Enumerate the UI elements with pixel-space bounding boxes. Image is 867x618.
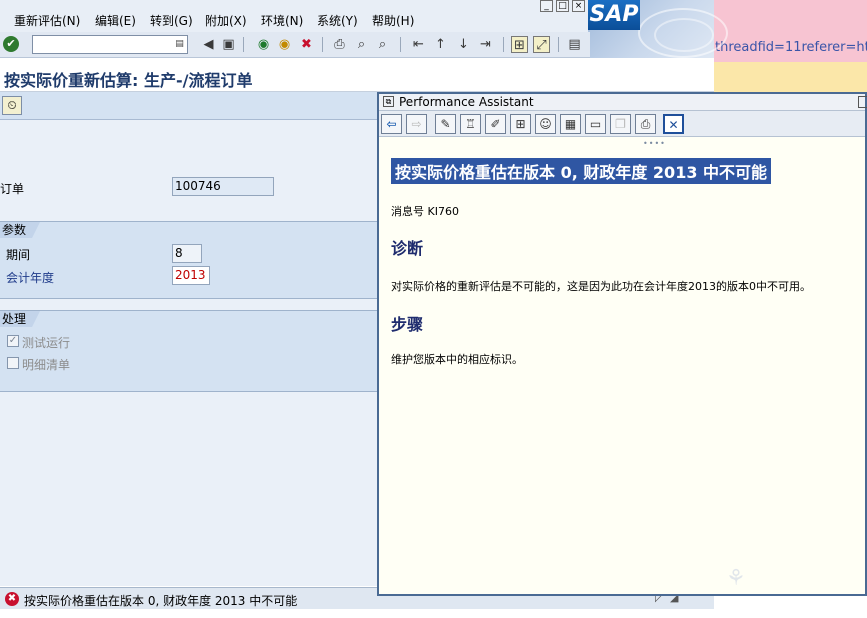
find-icon[interactable]: ⌕ xyxy=(353,36,370,53)
title-bar: 按实际价重新估算: 生产-/流程订单 xyxy=(0,60,714,92)
menu-environment[interactable]: 环境(N) xyxy=(261,12,303,29)
application-toolbar: ⏲ xyxy=(0,92,380,120)
detail-list-label: 明细清单 xyxy=(22,358,71,372)
processing-group-title: 处理 xyxy=(0,311,40,327)
edit-icon[interactable]: ✐ xyxy=(485,114,506,134)
forward-arrow-icon[interactable]: ⇨ xyxy=(406,114,427,134)
processing-group: 处理 ✓ 测试运行 明细清单 xyxy=(0,310,380,392)
work-area: 订单 100746 参数 期间 8 会计年度 2013 处理 ✓ 测试运行 明细… xyxy=(0,120,380,586)
diagnosis-text: 对实际价格的重新评估是不可能的，这是因为此功在会计年度2013的版本0中不可用。 xyxy=(391,280,811,293)
error-icon: ✖ xyxy=(5,592,19,606)
user-icon[interactable]: ☺ xyxy=(535,114,556,134)
execute-icon[interactable]: ⏲ xyxy=(2,96,22,115)
close-window-button[interactable]: × xyxy=(572,0,585,12)
diagnosis-heading: 诊断 xyxy=(391,239,424,258)
next-page-icon[interactable]: ↓ xyxy=(455,36,472,53)
parameters-group-title: 参数 xyxy=(0,222,40,238)
last-page-icon[interactable]: ⇥ xyxy=(477,36,494,53)
message-heading: 按实际价格重估在版本 0, 财政年度 2013 中不可能 xyxy=(391,158,772,184)
menu-extras[interactable]: 附加(X) xyxy=(205,12,247,29)
green-back-icon[interactable]: ◉ xyxy=(255,36,272,53)
menu-goto[interactable]: 转到(G) xyxy=(150,12,193,29)
minimize-panel-icon[interactable] xyxy=(858,96,867,108)
cancel-icon[interactable]: ✖ xyxy=(298,36,315,53)
parameters-group: 参数 期间 8 会计年度 2013 xyxy=(0,221,380,299)
menu-revaluate[interactable]: 重新评估(N) xyxy=(14,12,80,29)
exit-icon[interactable]: ◉ xyxy=(276,36,293,53)
procedure-text: 维护您版本中的相应标识。 xyxy=(391,353,523,366)
performance-assistant-toolbar: ⇦ ⇨ ✎ ♖ ✐ ⊞ ☺ ▦ ▭ ❐ ⎙ ✕ xyxy=(379,111,865,137)
find-next-icon[interactable]: ⌕ xyxy=(374,36,391,53)
menu-bar: 重新评估(N) 编辑(E) 转到(G) 附加(X) 环境(N) 系统(Y) 帮助… xyxy=(0,0,590,32)
menu-system[interactable]: 系统(Y) xyxy=(317,12,358,29)
message-number: 消息号 KI760 xyxy=(391,205,459,218)
test-run-checkbox[interactable]: ✓ xyxy=(7,335,19,347)
performance-assistant-titlebar: ⧉ Performance Assistant xyxy=(379,94,867,111)
procedure-heading: 步骤 xyxy=(391,315,424,334)
prev-page-icon[interactable]: ↑ xyxy=(432,36,449,53)
minimize-button[interactable]: _ xyxy=(540,0,553,12)
enter-icon[interactable]: ✔ xyxy=(3,36,19,52)
settings-icon[interactable]: ♖ xyxy=(460,114,481,134)
shortcut-icon[interactable]: ⤢ xyxy=(533,36,550,53)
copy-icon[interactable]: ❐ xyxy=(610,114,631,134)
first-page-icon[interactable]: ⇤ xyxy=(410,36,427,53)
page-title: 按实际价重新估算: 生产-/流程订单 xyxy=(4,71,253,90)
watermark: ⚘ xyxy=(714,560,867,618)
browser-background xyxy=(714,0,867,36)
detail-list-checkbox[interactable] xyxy=(7,357,19,369)
watermark-icon: ⚘ xyxy=(726,566,746,591)
table-icon[interactable]: ▦ xyxy=(560,114,581,134)
save-icon[interactable]: ▣ xyxy=(220,36,237,53)
window-controls: _ □ × xyxy=(540,0,588,12)
order-field[interactable]: 100746 xyxy=(172,177,274,196)
sap-logo-text: SAP xyxy=(588,0,640,30)
new-session-icon[interactable]: ⊞ xyxy=(511,36,528,53)
fiscal-year-label: 会计年度 xyxy=(6,271,55,285)
performance-assistant-window: ⧉ Performance Assistant ⇦ ⇨ ✎ ♖ ✐ ⊞ ☺ ▦ … xyxy=(377,92,867,596)
back-arrow-icon[interactable]: ◀ xyxy=(200,36,217,53)
maximize-button[interactable]: □ xyxy=(556,0,569,12)
resize-grip[interactable]: •••• xyxy=(643,139,666,148)
sap-logo: SAP xyxy=(588,0,728,58)
performance-assistant-title: Performance Assistant xyxy=(399,95,534,109)
help-icon[interactable]: ▤ xyxy=(566,36,583,53)
period-label: 期间 xyxy=(6,248,31,262)
back-arrow-icon[interactable]: ⇦ xyxy=(381,114,402,134)
command-field-dropdown-icon[interactable]: ▤ xyxy=(174,38,185,51)
glossary-icon[interactable]: ⊞ xyxy=(510,114,531,134)
print-icon[interactable]: ⎙ xyxy=(635,114,656,134)
menu-edit[interactable]: 编辑(E) xyxy=(95,12,136,29)
window-menu-icon[interactable]: ⧉ xyxy=(383,96,394,107)
browser-url-fragment: threadfid=11referer=http xyxy=(714,36,867,62)
status-message[interactable]: 按实际价格重估在版本 0, 财政年度 2013 中不可能 xyxy=(24,592,297,609)
menu-help[interactable]: 帮助(H) xyxy=(372,12,414,29)
order-label: 订单 xyxy=(0,182,25,196)
fiscal-year-field[interactable]: 2013 xyxy=(172,266,210,285)
test-run-label: 测试运行 xyxy=(22,336,71,350)
command-field[interactable]: ▤ xyxy=(32,35,188,54)
close-icon[interactable]: ✕ xyxy=(663,114,684,134)
note-icon[interactable]: ▭ xyxy=(585,114,606,134)
period-field[interactable]: 8 xyxy=(172,244,202,263)
print-icon[interactable]: ⎙ xyxy=(331,36,348,53)
technical-info-icon[interactable]: ✎ xyxy=(435,114,456,134)
browser-infobar xyxy=(714,62,867,92)
